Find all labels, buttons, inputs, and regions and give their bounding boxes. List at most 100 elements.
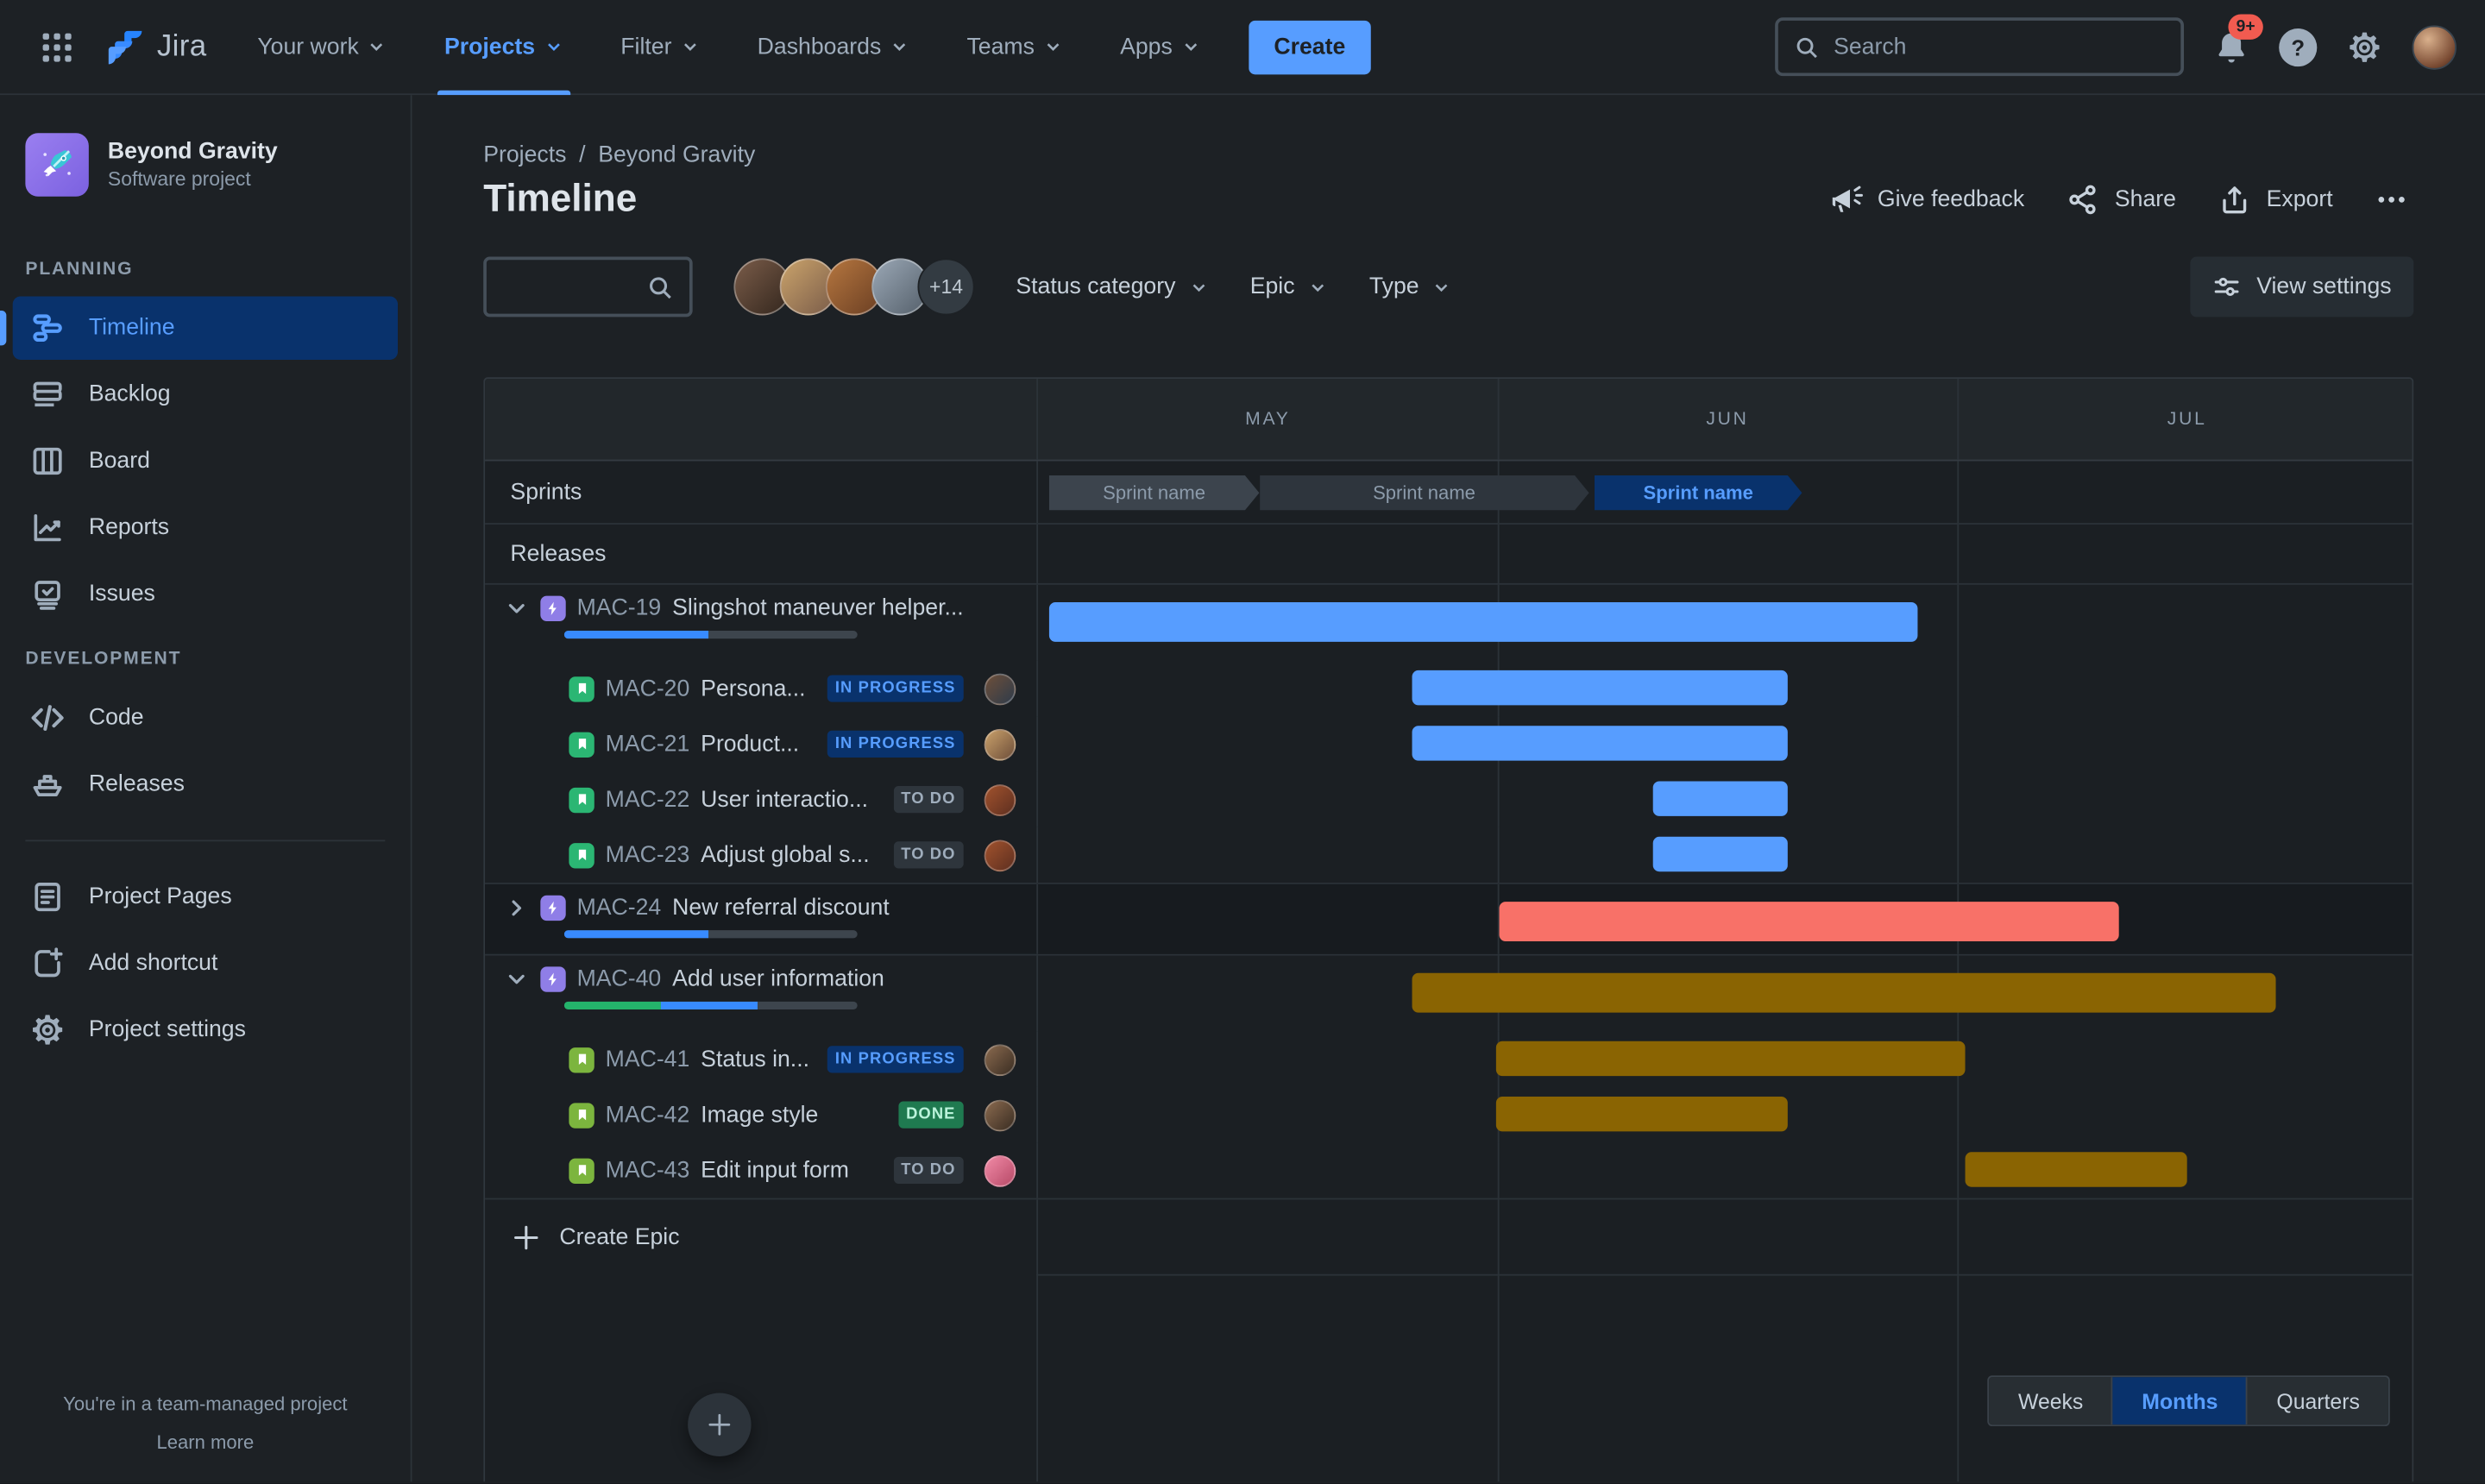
zoom-weeks-button[interactable]: Weeks [1989, 1377, 2114, 1425]
chevron-right-icon[interactable] [504, 896, 529, 921]
nav-projects[interactable]: Projects [422, 0, 586, 95]
assignee-avatar-group[interactable]: +14 [733, 258, 975, 316]
settings-gear-icon[interactable] [2345, 28, 2383, 66]
notifications-button[interactable]: 9+ [2212, 13, 2263, 66]
assignee-avatar[interactable] [984, 1043, 1016, 1076]
timeline-panel: MAY JUN JUL Sprints Sprint name Sprint n… [483, 377, 2414, 1482]
sidebar-item-code[interactable]: Code [13, 686, 398, 749]
sprints-chart-cell: Sprint name Sprint name Sprint name [1036, 461, 2413, 524]
story-icon [569, 786, 595, 813]
issue-title: User interactio... [701, 786, 869, 813]
epic-dropdown[interactable]: Epic [1250, 274, 1328, 299]
project-header[interactable]: Beyond Gravity Software project [0, 133, 411, 237]
sidebar-item-releases[interactable]: Releases [13, 752, 398, 815]
create-button[interactable]: Create [1248, 19, 1371, 74]
view-settings-label: View settings [2256, 274, 2392, 300]
epic-timeline-bar[interactable] [1048, 601, 1918, 642]
issue-title: Add user information [672, 966, 884, 992]
issue-row[interactable]: MAC-43 Edit input form TO DO [485, 1142, 2413, 1198]
issue-timeline-bar[interactable] [1495, 1097, 1789, 1132]
chevron-down-icon [547, 43, 560, 51]
more-actions-button[interactable] [2374, 182, 2408, 217]
give-feedback-button[interactable]: Give feedback [1828, 182, 2024, 217]
breadcrumb-projects[interactable]: Projects [483, 142, 566, 167]
issue-timeline-bar[interactable] [1651, 781, 1789, 816]
sprint-bar[interactable]: Sprint name [1259, 475, 1589, 510]
breadcrumb: Projects / Beyond Gravity [412, 95, 2485, 167]
issue-timeline-bar[interactable] [1651, 836, 1789, 872]
avatar-overflow-badge[interactable]: +14 [917, 258, 975, 316]
nav-your-work[interactable]: Your work [236, 0, 410, 94]
filter-bar: +14 Status category Epic Type View setti… [412, 222, 2485, 318]
global-search-input[interactable]: Search [1775, 17, 2185, 77]
timeline-header-months: MAY JUN JUL [1036, 378, 2413, 460]
add-epic-fab-button[interactable] [688, 1393, 752, 1456]
sidebar-item-board[interactable]: Board [13, 430, 398, 493]
issue-timeline-bar[interactable] [1412, 670, 1789, 706]
epic-timeline-bar[interactable] [1500, 902, 2120, 942]
assignee-avatar[interactable] [984, 839, 1016, 871]
sidebar-item-project-settings[interactable]: Project settings [13, 998, 398, 1061]
assignee-avatar[interactable] [984, 783, 1016, 815]
app-switcher-icon[interactable] [28, 18, 85, 75]
help-button[interactable]: ? [2279, 28, 2318, 66]
zoom-months-button[interactable]: Months [2113, 1377, 2249, 1425]
sidebar-item-timeline[interactable]: Timeline [0, 296, 399, 360]
learn-more-link[interactable]: Learn more [19, 1431, 392, 1454]
zoom-quarters-button[interactable]: Quarters [2248, 1377, 2388, 1425]
create-epic-button[interactable]: Create Epic [485, 1199, 1036, 1275]
user-avatar[interactable] [2412, 24, 2457, 69]
issue-row[interactable]: MAC-41 Status in... IN PROGRESS [485, 1031, 2413, 1087]
issue-row[interactable]: MAC-22 User interactio... TO DO [485, 771, 2413, 827]
sidebar-item-project-pages[interactable]: Project Pages [13, 865, 398, 928]
nav-label: Filter [620, 34, 672, 60]
assignee-avatar[interactable] [984, 672, 1016, 705]
issue-timeline-bar[interactable] [1965, 1152, 2187, 1187]
sprint-bar-active[interactable]: Sprint name [1595, 475, 1802, 510]
jira-logo[interactable]: Jira [98, 28, 223, 66]
sliders-icon [2214, 277, 2239, 297]
ship-icon [33, 775, 62, 796]
bookmark-icon [577, 849, 586, 861]
issue-row[interactable]: MAC-42 Image style DONE [485, 1086, 2413, 1143]
chevron-down-icon [683, 43, 696, 51]
nav-filter[interactable]: Filter [599, 0, 723, 94]
sidebar-item-backlog[interactable]: Backlog [13, 363, 398, 426]
issue-row[interactable]: MAC-23 Adjust global s... TO DO [485, 827, 2413, 883]
chevron-down-icon[interactable] [504, 966, 529, 991]
breadcrumb-project-name[interactable]: Beyond Gravity [598, 142, 755, 167]
chevron-down-icon[interactable] [504, 596, 529, 621]
sidebar-item-reports[interactable]: Reports [13, 496, 398, 559]
nav-apps[interactable]: Apps [1098, 0, 1223, 94]
epic-row[interactable]: MAC-40 Add user information [485, 955, 2413, 1032]
nav-dashboards[interactable]: Dashboards [735, 0, 932, 94]
share-button[interactable]: Share [2066, 182, 2176, 217]
type-dropdown[interactable]: Type [1369, 274, 1452, 299]
epic-timeline-bar[interactable] [1412, 972, 2276, 1013]
view-settings-button[interactable]: View settings [2190, 256, 2414, 318]
search-placeholder: Search [1834, 34, 1907, 60]
sidebar-item-label: Board [88, 448, 150, 475]
top-navigation: Jira Your work Projects Filter Dashboard… [0, 0, 2485, 96]
header-actions: Give feedback Share Export [1828, 182, 2409, 217]
export-button[interactable]: Export [2218, 182, 2333, 217]
issue-title: Edit input form [701, 1157, 849, 1184]
epic-row[interactable]: MAC-19 Slingshot maneuver helper... [485, 584, 2413, 661]
epic-row[interactable]: MAC-24 New referral discount [485, 883, 2413, 954]
issue-row[interactable]: MAC-21 Product... IN PROGRESS [485, 716, 2413, 772]
sprint-bar[interactable]: Sprint name [1049, 475, 1260, 510]
nav-teams[interactable]: Teams [945, 0, 1085, 94]
sidebar-item-add-shortcut[interactable]: Add shortcut [13, 932, 398, 995]
assignee-avatar[interactable] [984, 1098, 1016, 1131]
issue-timeline-bar[interactable] [1412, 726, 1789, 761]
issue-key: MAC-24 [576, 895, 662, 921]
status-badge: TO DO [893, 1156, 964, 1185]
assignee-avatar[interactable] [984, 727, 1016, 760]
issue-timeline-bar[interactable] [1495, 1041, 1966, 1077]
lightning-icon [548, 901, 557, 915]
assignee-avatar[interactable] [984, 1154, 1016, 1186]
sidebar-item-issues[interactable]: Issues [13, 563, 398, 626]
timeline-search-input[interactable] [483, 256, 693, 318]
status-category-dropdown[interactable]: Status category [1016, 274, 1209, 299]
issue-row[interactable]: MAC-20 Persona... IN PROGRESS [485, 660, 2413, 717]
